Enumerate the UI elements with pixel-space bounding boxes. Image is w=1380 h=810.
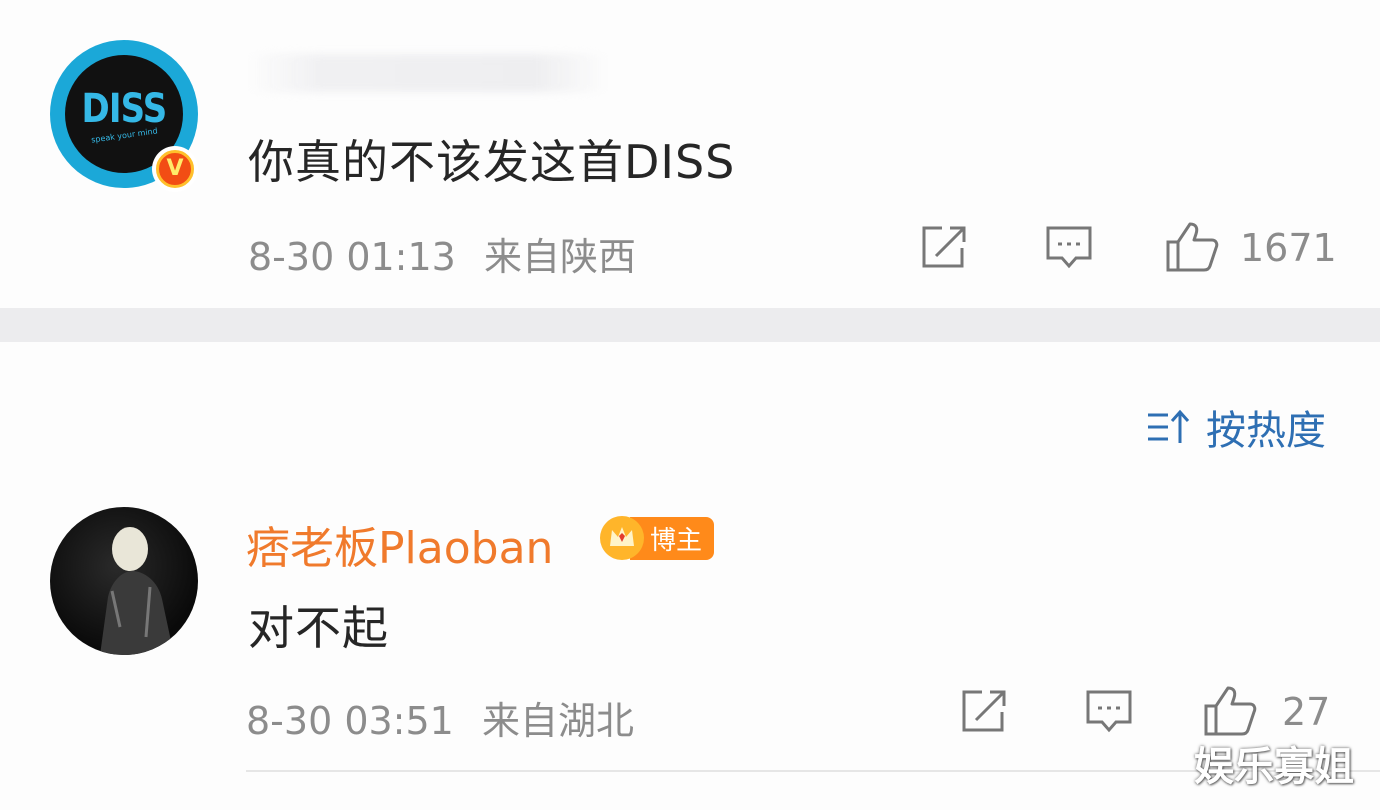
- crown-icon: [600, 516, 644, 560]
- reply-button[interactable]: [1044, 224, 1094, 272]
- comment-time: 8-30 01:13: [248, 235, 456, 279]
- sort-icon: [1148, 409, 1190, 443]
- reply-comment-button[interactable]: [1084, 688, 1134, 736]
- blogger-badge: 博主: [600, 516, 715, 560]
- reply-location: 来自湖北: [481, 699, 634, 743]
- comment-meta: 8-30 01:13 来自陕西: [248, 226, 636, 281]
- verified-badge-icon: V: [152, 146, 198, 192]
- thumbs-up-icon: [1166, 222, 1219, 272]
- avatar-logo-text: DISS: [81, 85, 168, 132]
- like-button[interactable]: [1164, 220, 1220, 274]
- reply-avatar[interactable]: [50, 507, 198, 655]
- thumbs-up-icon: [1204, 686, 1257, 736]
- share-button[interactable]: [920, 224, 970, 270]
- comment-icon: [1086, 690, 1132, 733]
- comment-card: DISS speak your mind V 你真的不该发这首DISS 8-30…: [0, 0, 1380, 308]
- reply-like-count: 27: [1282, 690, 1331, 734]
- reply-meta: 8-30 03:51 来自湖北: [246, 690, 634, 745]
- reply-share-button[interactable]: [960, 688, 1010, 734]
- watermark: 娱乐寡姐: [1194, 744, 1354, 790]
- share-icon: [922, 226, 966, 268]
- section-divider: [0, 308, 1380, 342]
- reply-username[interactable]: 痞老板Plaoban: [246, 512, 553, 576]
- sort-by-hot-button[interactable]: 按热度: [1146, 398, 1326, 456]
- comment-text: 你真的不该发这首DISS: [248, 135, 736, 189]
- reply-text: 对不起: [248, 601, 389, 655]
- reply-time: 8-30 03:51: [246, 699, 454, 743]
- comment-location: 来自陕西: [483, 235, 636, 279]
- commenter-name-blurred: [248, 54, 608, 92]
- share-icon: [962, 690, 1006, 732]
- like-count: 1671: [1240, 226, 1337, 270]
- comment-icon: [1046, 226, 1092, 269]
- person-silhouette-icon: [100, 527, 174, 655]
- reply-like-button[interactable]: [1202, 684, 1258, 738]
- sort-label: 按热度: [1206, 408, 1326, 454]
